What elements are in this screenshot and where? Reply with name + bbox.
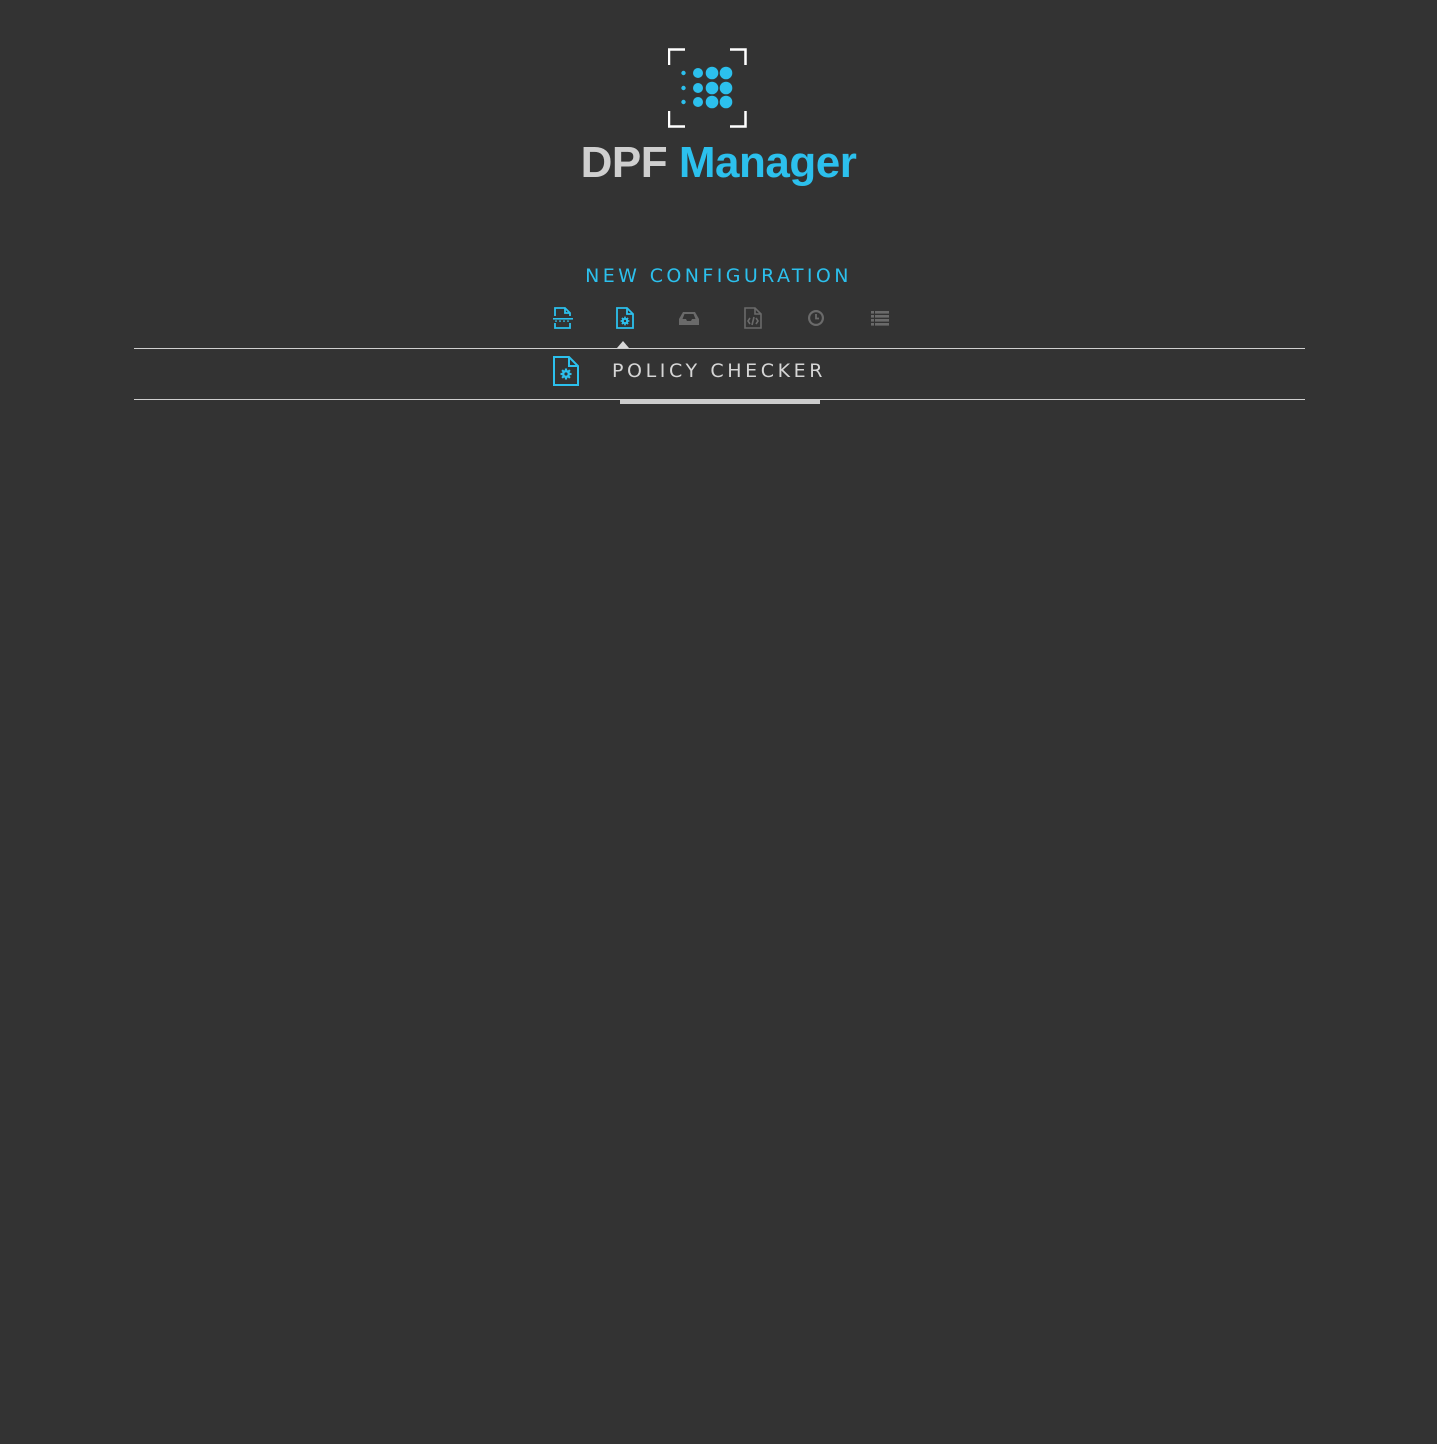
active-step-pointer [617,341,629,348]
app-title: DPF Manager [0,136,1437,190]
step-clock[interactable] [802,304,830,332]
clock-icon [808,310,824,326]
step-code-file[interactable] [739,304,767,332]
inbox-icon [679,312,699,325]
policy-checker-icon [553,356,579,386]
list-icon [871,311,889,326]
step-policy-checker[interactable] [611,304,639,332]
step-inbox[interactable] [675,304,703,332]
current-step-label: POLICY CHECKER [612,360,827,382]
code-file-icon [744,307,762,329]
page: DPF Manager NEW CONFIGURATION POLICY CHE… [0,0,1437,1444]
divider-top [134,348,1305,349]
page-title: NEW CONFIGURATION [585,265,852,287]
app-title-manager: Manager [678,138,857,187]
current-step-underline [620,399,820,404]
step-file-format[interactable] [549,304,577,332]
app-title-dpf: DPF [580,138,668,187]
step-navigation [0,304,1437,332]
policy-checker-icon [616,307,634,329]
step-list[interactable] [866,304,894,332]
dpf-logo-icon [668,48,747,128]
file-format-icon [553,307,573,329]
